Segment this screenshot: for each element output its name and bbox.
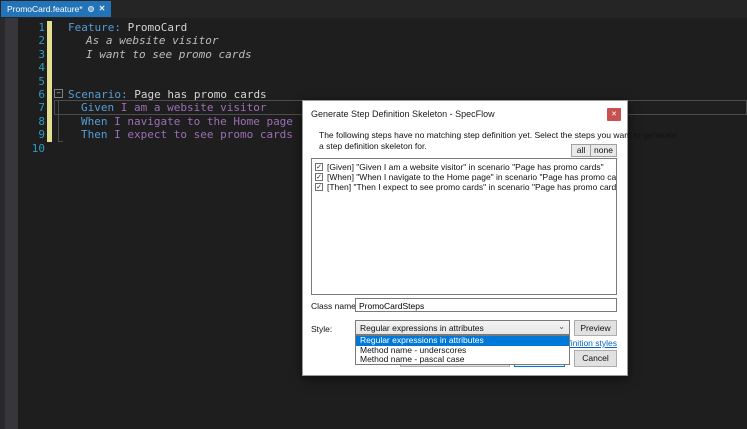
step-checkbox-row[interactable]: ✓ [When] "When I navigate to the Home pag… [315,172,616,182]
collapse-minus-icon[interactable]: − [54,89,63,98]
scenario-structure-guide [58,101,63,142]
tab-close-icon[interactable]: ✕ [99,5,106,13]
vs-editor-window: PromoCard.feature* ✕ − 1 2 3 4 5 6 7 8 9 10 Featu… [0,0,747,429]
select-all-button[interactable]: all [571,144,591,157]
style-label: Style: [311,324,333,334]
style-dropdown-list[interactable]: Regular expressions in attributes Method … [355,335,570,365]
tab-title: PromoCard.feature* [7,4,83,14]
code-line[interactable]: Then I expect to see promo cards [81,128,293,141]
step-checkbox-row[interactable]: ✓ [Then] "Then I expect to see promo card… [315,182,616,192]
track-changes-bar [47,21,52,142]
checkbox-checked-icon[interactable]: ✓ [315,163,323,171]
code-line[interactable]: I want to see promo cards [86,48,252,61]
style-combobox[interactable]: Regular expressions in attributes ⌄ [355,320,570,335]
preview-button[interactable]: Preview [574,320,617,336]
code-line[interactable]: Given I am a website visitor [81,101,266,114]
steps-checklist[interactable]: ✓ [Given] "Given I am a website visitor" … [311,158,617,295]
dialog-title: Generate Step Definition Skeleton - Spec… [311,109,495,119]
glyph-margin [5,18,18,429]
code-line[interactable]: Feature: PromoCard [68,21,187,34]
chevron-down-icon: ⌄ [558,322,565,331]
cancel-button[interactable]: Cancel [574,350,617,367]
select-none-button[interactable]: none [590,144,617,157]
dialog-close-button[interactable]: ✕ [607,108,621,121]
class-name-label: Class name: [311,301,359,311]
line-number: 4 [38,61,45,75]
step-label: [Given] "Given I am a website visitor" i… [327,162,604,172]
line-number: 9 [38,128,45,142]
code-line[interactable]: As a website visitor [86,34,218,47]
instruction-text-line1: The following steps have no matching ste… [319,130,677,140]
style-combobox-value: Regular expressions in attributes [360,323,484,333]
step-label: [When] "When I navigate to the Home page… [327,172,617,182]
line-number: 8 [38,114,45,128]
line-number: 7 [38,101,45,115]
checkbox-checked-icon[interactable]: ✓ [315,173,323,181]
code-line[interactable]: When I navigate to the Home page [81,115,293,128]
tab-promocard-feature[interactable]: PromoCard.feature* ✕ [1,1,112,17]
line-number: 1 [38,21,45,34]
generate-step-definition-dialog: Generate Step Definition Skeleton - Spec… [302,100,677,376]
code-line[interactable]: Scenario: Page has promo cards [68,88,267,101]
instruction-text-line2: a step definition skeleton for. [319,141,427,151]
step-label: [Then] "Then I expect to see promo cards… [327,182,617,192]
pin-icon[interactable] [87,6,94,12]
tab-bar: PromoCard.feature* ✕ [0,0,747,18]
line-number: 2 [38,34,45,48]
step-checkbox-row[interactable]: ✓ [Given] "Given I am a website visitor" … [315,162,616,172]
class-name-input[interactable]: PromoCardSteps [355,298,617,312]
checkbox-checked-icon[interactable]: ✓ [315,183,323,191]
line-number: 10 [31,141,45,155]
dropdown-option[interactable]: Method name - pascal case [356,355,569,365]
line-number: 6 [38,88,45,101]
line-number: 3 [38,47,45,61]
line-number: 5 [38,74,45,88]
